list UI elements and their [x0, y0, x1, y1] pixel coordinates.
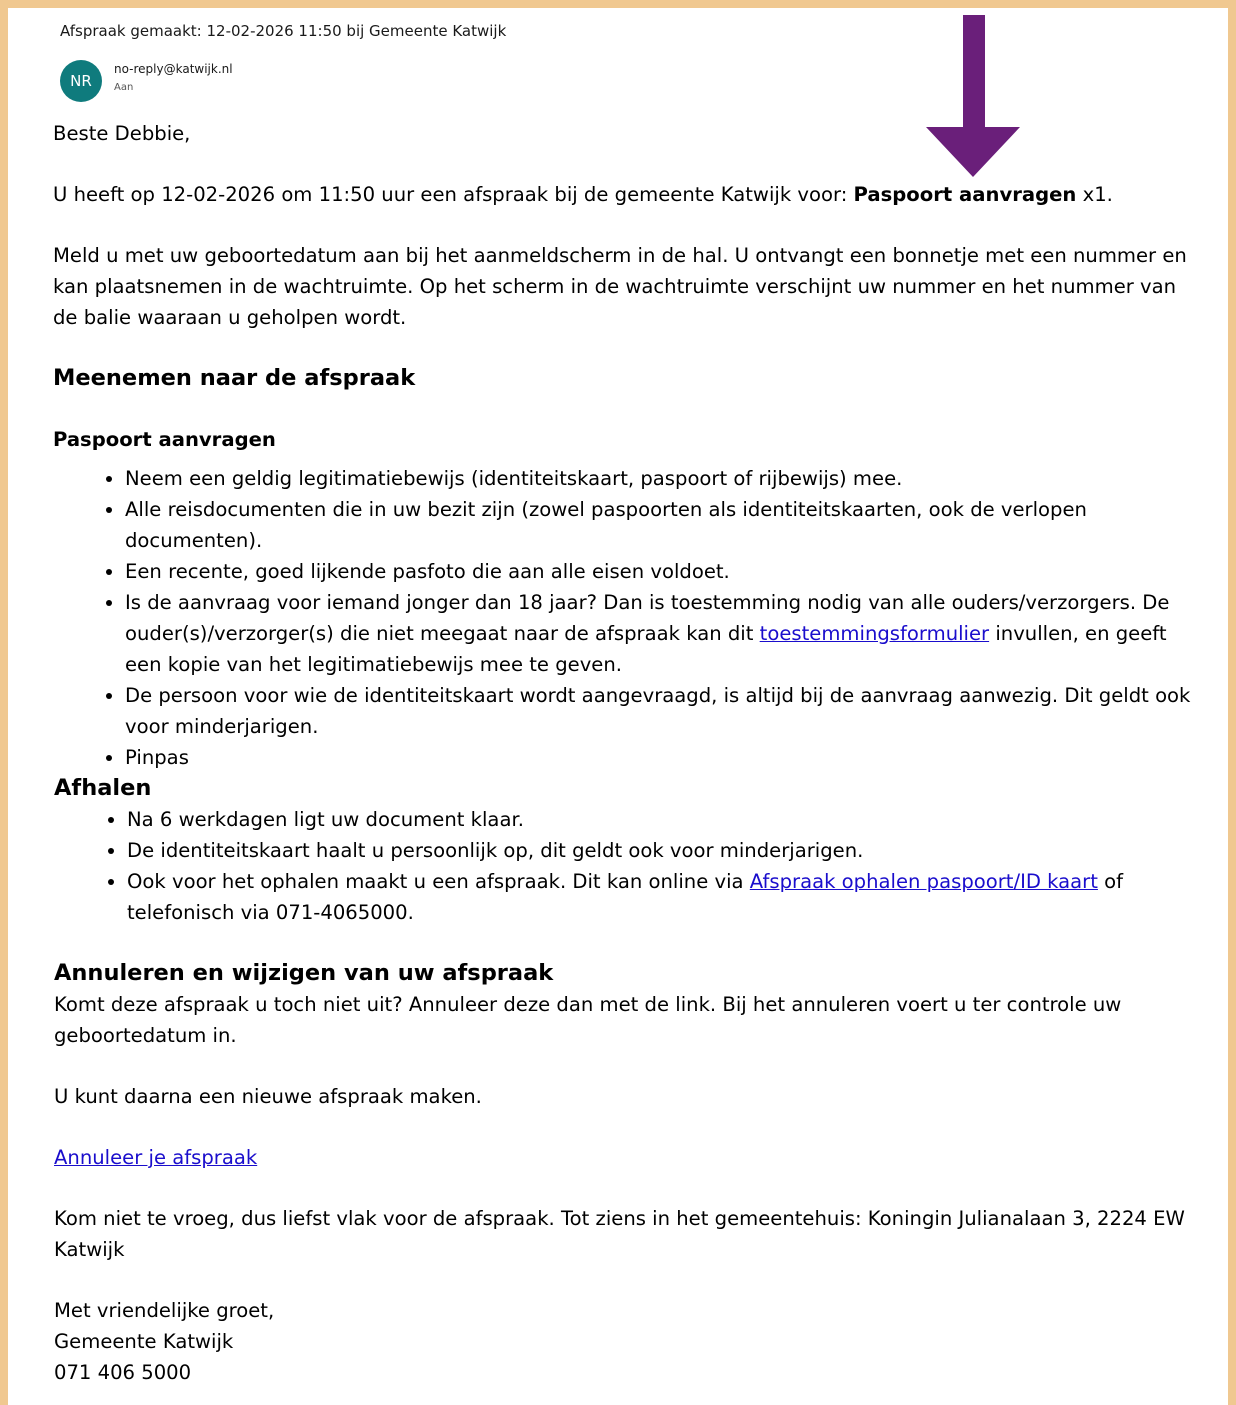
list-item: Alle reisdocumenten die in uw bezit zijn…: [125, 494, 1193, 556]
list-item: Neem een geldig legitimatiebewijs (ident…: [125, 463, 1193, 494]
list-item: Een recente, goed lijkende pasfoto die a…: [125, 556, 1193, 587]
bring-subheading: Paspoort aanvragen: [53, 428, 276, 451]
greeting: Beste Debbie,: [53, 122, 191, 145]
service-name: Paspoort aanvragen: [853, 183, 1077, 206]
email-subject: Afspraak gemaakt: 12-02-2026 11:50 bij G…: [60, 22, 507, 40]
consent-form-link[interactable]: toestemmingsformulier: [760, 622, 989, 645]
closing-text: Kom niet te vroeg, dus liefst vlak voor …: [54, 1207, 1185, 1261]
list-item: Pinpas: [125, 742, 1193, 773]
list-item: Is de aanvraag voor iemand jonger dan 18…: [125, 587, 1193, 680]
bring-heading: Meenemen naar de afspraak: [53, 365, 416, 391]
signature-phone: 071 406 5000: [54, 1361, 192, 1384]
pickup-list: Na 6 werkdagen ligt uw document klaar. D…: [54, 804, 1193, 928]
recipient-label: Aan: [114, 82, 134, 93]
signature-organization: Gemeente Katwijk: [54, 1330, 234, 1353]
intro-text: U heeft op 12-02-2026 om 11:50 uur een a…: [53, 183, 1113, 206]
pickup-heading: Afhalen: [54, 775, 152, 801]
sender-address[interactable]: no-reply@katwijk.nl: [114, 62, 233, 76]
list-item: De identiteitskaart haalt u persoonlijk …: [127, 835, 1193, 866]
email-body: Beste Debbie, U heeft op 12-02-2026 om 1…: [53, 118, 1193, 1388]
checkin-instructions: Meld u met uw geboortedatum aan bij het …: [53, 244, 1187, 329]
pickup-appointment-link[interactable]: Afspraak ophalen paspoort/ID kaart: [750, 870, 1098, 893]
cancel-appointment-link[interactable]: Annuleer je afspraak: [54, 1146, 257, 1169]
sender-avatar: NR: [60, 60, 102, 102]
bring-list: Neem een geldig legitimatiebewijs (ident…: [53, 463, 1193, 773]
signature-greeting: Met vriendelijke groet,: [54, 1299, 275, 1322]
list-item: Ook voor het ophalen maakt u een afspraa…: [127, 866, 1193, 928]
cancel-heading: Annuleren en wijzigen van uw afspraak: [54, 960, 554, 986]
list-item: De persoon voor wie de identiteitskaart …: [125, 680, 1193, 742]
list-item: Na 6 werkdagen ligt uw document klaar.: [127, 804, 1193, 835]
cancel-text: Komt deze afspraak u toch niet uit? Annu…: [54, 993, 1122, 1047]
new-appointment-text: U kunt daarna een nieuwe afspraak maken.: [54, 1085, 482, 1108]
